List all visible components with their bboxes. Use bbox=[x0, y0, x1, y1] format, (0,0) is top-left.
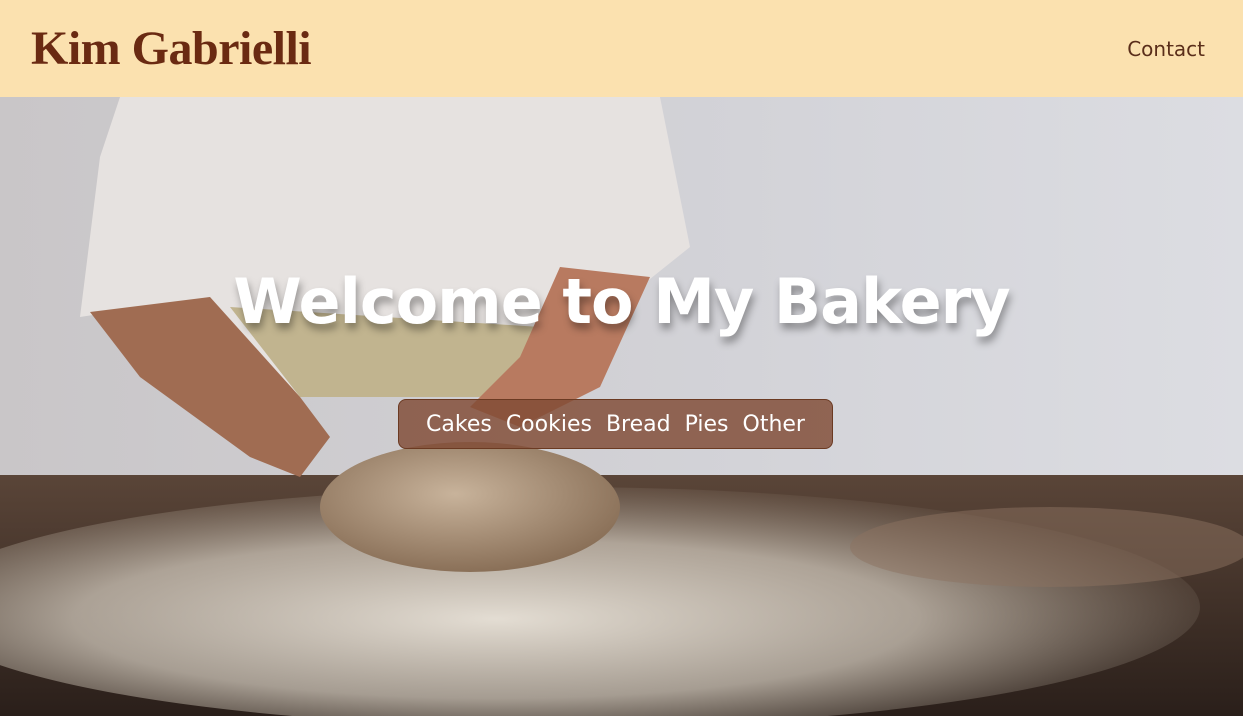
category-cakes[interactable]: Cakes bbox=[426, 412, 492, 437]
category-cookies[interactable]: Cookies bbox=[506, 412, 592, 437]
site-header: Kim Gabrielli Contact bbox=[0, 0, 1243, 97]
category-other[interactable]: Other bbox=[743, 412, 805, 437]
category-pies[interactable]: Pies bbox=[685, 412, 729, 437]
category-bread[interactable]: Bread bbox=[606, 412, 671, 437]
nav-contact-link[interactable]: Contact bbox=[1127, 37, 1205, 61]
hero-section: Welcome to My Bakery Cakes Cookies Bread… bbox=[0, 97, 1243, 716]
hero-title: Welcome to My Bakery bbox=[233, 265, 1010, 338]
brand-logo-text[interactable]: Kim Gabrielli bbox=[31, 21, 312, 76]
category-menu: Cakes Cookies Bread Pies Other bbox=[398, 399, 833, 449]
